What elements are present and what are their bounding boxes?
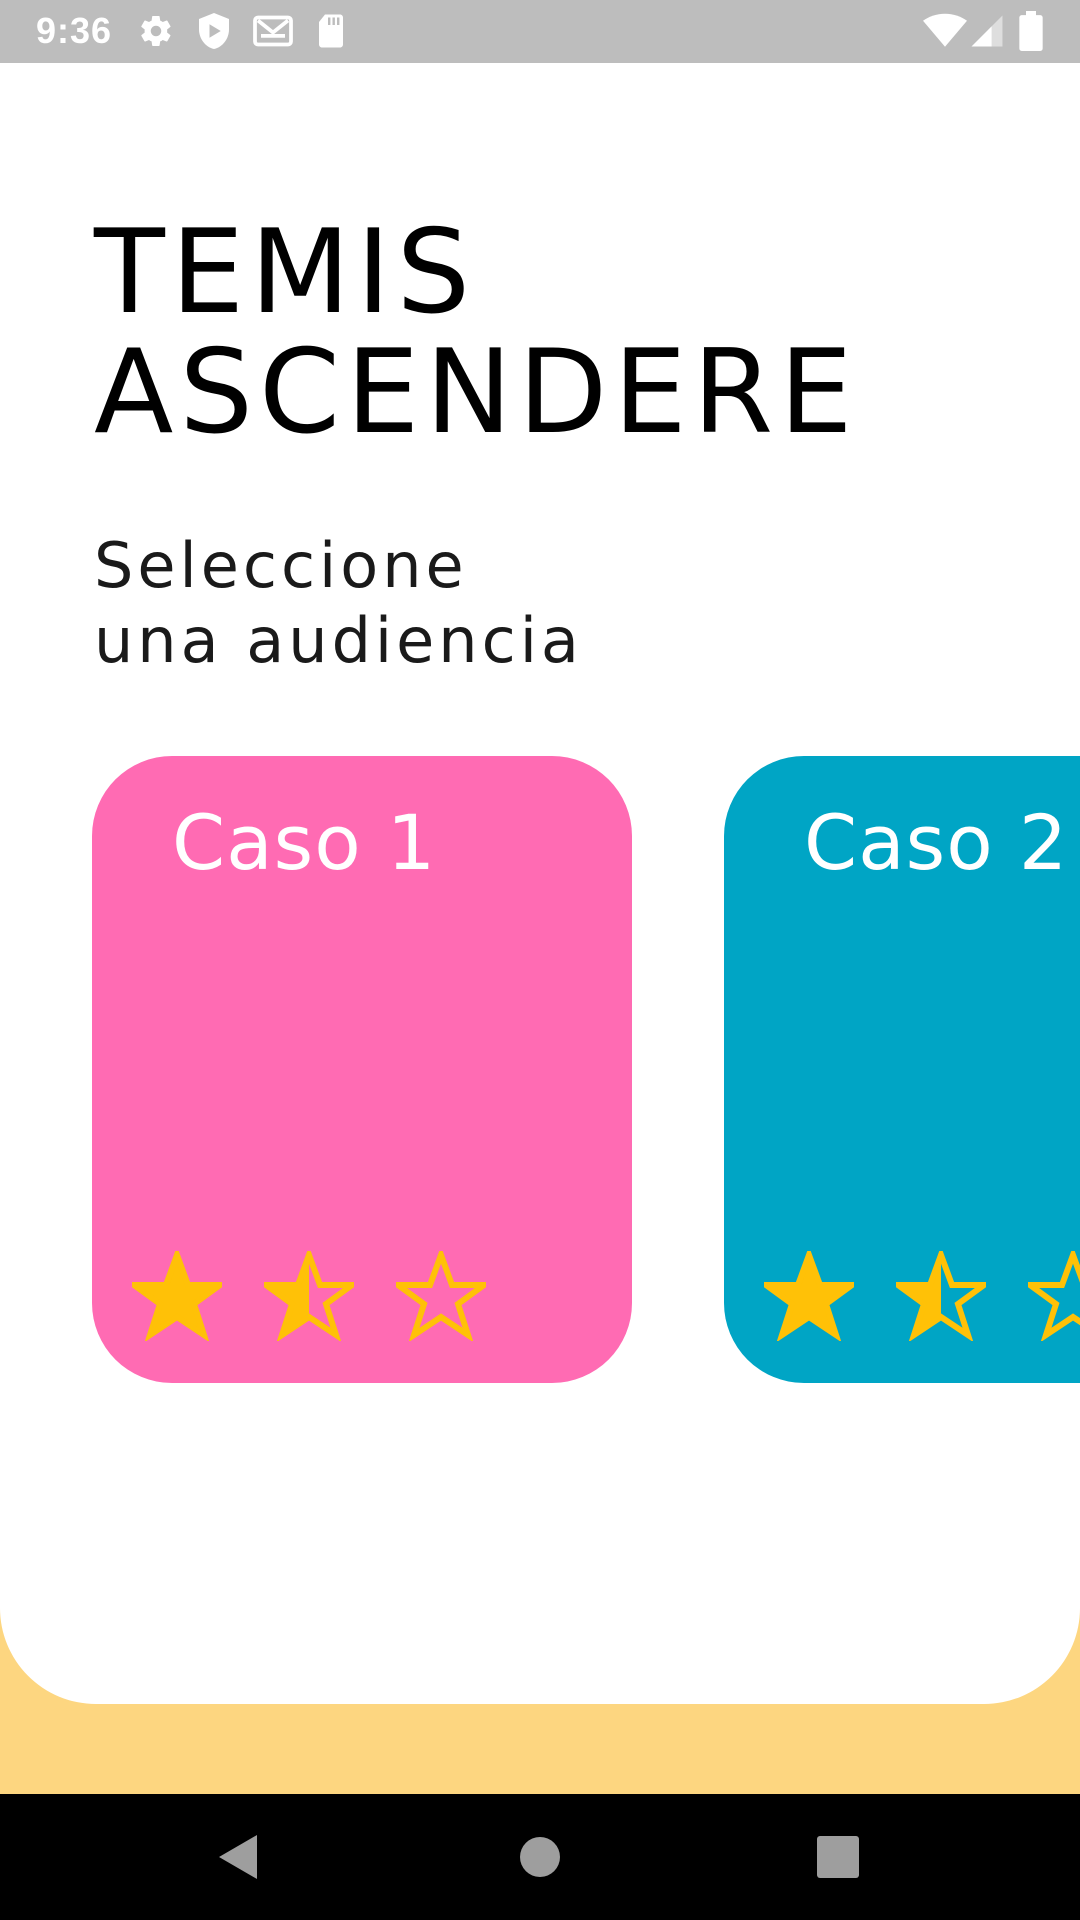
status-bar: 9:36 bbox=[0, 0, 1080, 63]
settings-icon bbox=[141, 16, 171, 46]
case-title: Caso 2 bbox=[804, 798, 1069, 887]
wifi-icon bbox=[923, 13, 967, 47]
star-empty-icon bbox=[396, 1251, 486, 1341]
page-subtitle: Seleccione una audiencia bbox=[94, 528, 583, 678]
navigation-bar bbox=[0, 1794, 1080, 1920]
recents-icon[interactable] bbox=[800, 1819, 876, 1895]
app-title-line2: ASCENDERE bbox=[94, 325, 859, 460]
shield-icon bbox=[199, 13, 229, 49]
case-card-2[interactable]: Caso 2 bbox=[724, 756, 1080, 1383]
status-time: 9:36 bbox=[36, 10, 113, 51]
mail-icon bbox=[253, 15, 293, 47]
star-full-icon bbox=[132, 1251, 222, 1341]
sd-card-icon bbox=[319, 14, 343, 48]
home-icon[interactable] bbox=[502, 1819, 578, 1895]
star-empty-icon bbox=[1028, 1251, 1080, 1341]
signal-icon bbox=[971, 15, 1003, 47]
star-full-icon bbox=[764, 1251, 854, 1341]
back-icon[interactable] bbox=[201, 1819, 277, 1895]
star-half-icon bbox=[264, 1251, 354, 1341]
star-half-icon bbox=[896, 1251, 986, 1341]
main-panel: TEMIS ASCENDERE Seleccione una audiencia… bbox=[0, 63, 1080, 1704]
subtitle-line1: Seleccione bbox=[94, 529, 468, 602]
subtitle-line2: una audiencia bbox=[94, 604, 583, 677]
app-title: TEMIS ASCENDERE bbox=[94, 213, 859, 453]
battery-icon bbox=[1019, 11, 1043, 51]
case-card-1[interactable]: Caso 1 bbox=[92, 756, 632, 1383]
app-title-line1: TEMIS bbox=[94, 205, 477, 340]
case-title: Caso 1 bbox=[172, 798, 437, 887]
